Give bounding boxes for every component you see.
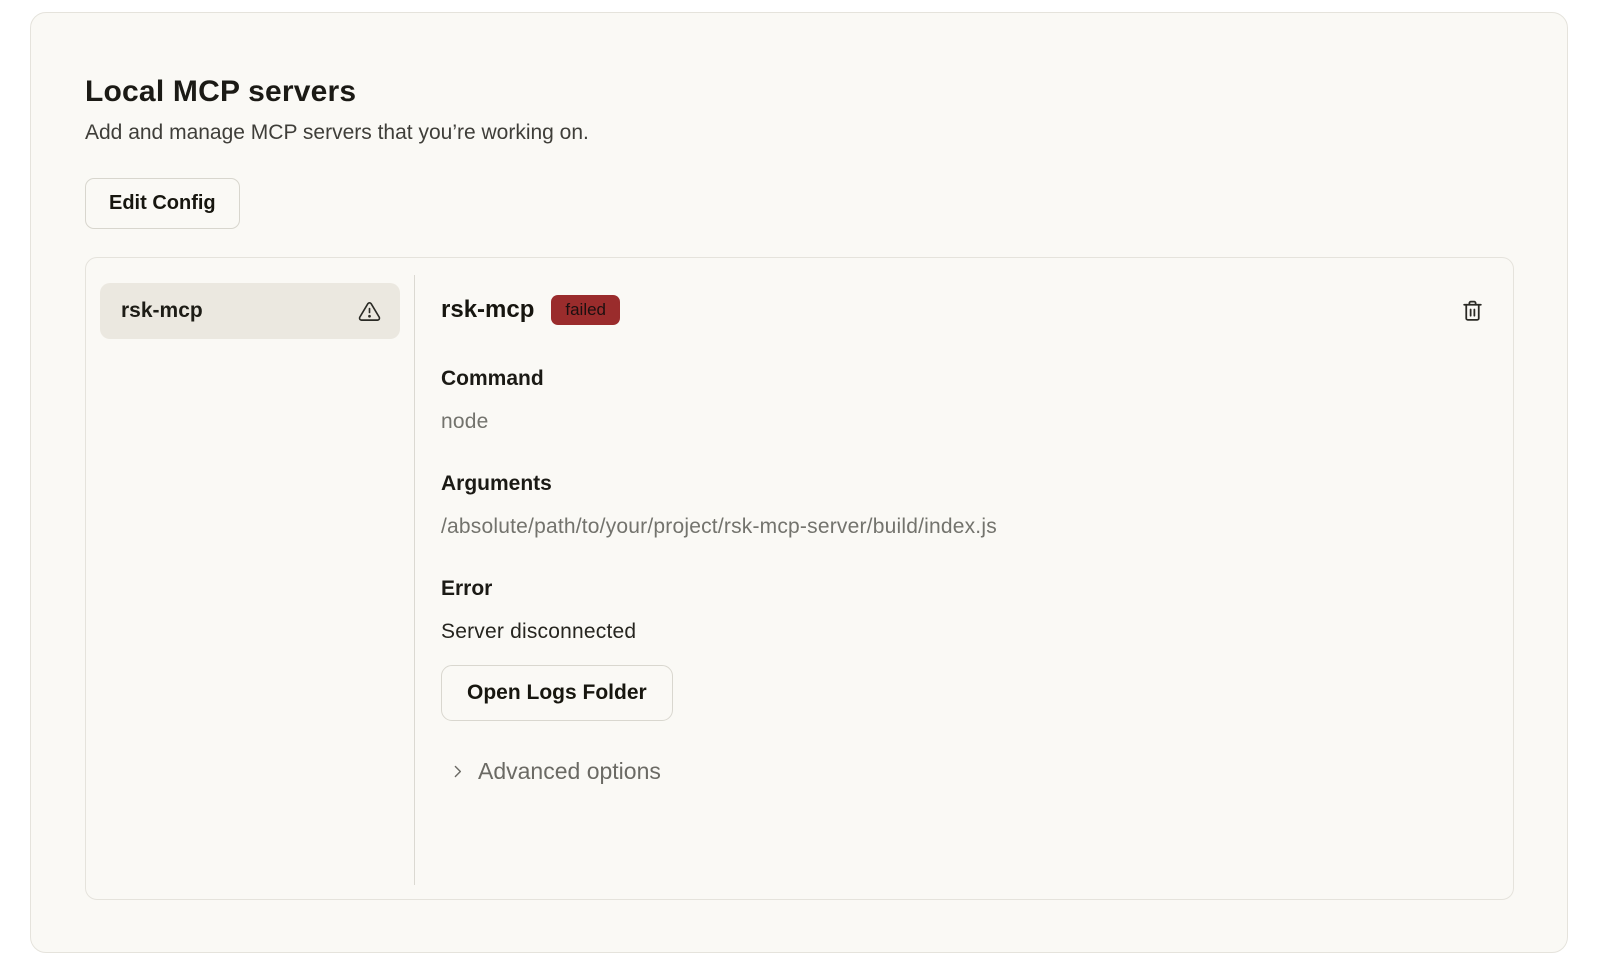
local-mcp-servers-panel: Local MCP servers Add and manage MCP ser…: [30, 12, 1568, 953]
sidebar-item-rsk-mcp[interactable]: rsk-mcp: [100, 283, 400, 339]
edit-config-button[interactable]: Edit Config: [85, 178, 240, 229]
error-field: Error Server disconnected: [441, 577, 1485, 644]
sidebar-item-label: rsk-mcp: [121, 299, 203, 323]
server-detail-pane: rsk-mcp failed Command: [415, 258, 1513, 899]
arguments-value: /absolute/path/to/your/project/rsk-mcp-s…: [441, 515, 1485, 539]
page-subtitle: Add and manage MCP servers that you’re w…: [85, 121, 1513, 145]
page-title: Local MCP servers: [85, 75, 1513, 109]
advanced-options-toggle[interactable]: Advanced options: [449, 758, 1485, 785]
command-field: Command node: [441, 367, 1485, 434]
detail-header: rsk-mcp failed: [441, 295, 1485, 325]
command-value: node: [441, 410, 1485, 434]
command-label: Command: [441, 367, 1485, 391]
server-name: rsk-mcp: [441, 296, 534, 324]
chevron-right-icon: [449, 763, 466, 780]
error-value: Server disconnected: [441, 620, 1485, 644]
server-list-sidebar: rsk-mcp: [86, 258, 414, 899]
advanced-options-label: Advanced options: [478, 758, 661, 785]
trash-icon: [1460, 298, 1485, 323]
delete-server-button[interactable]: [1460, 298, 1485, 323]
open-logs-folder-button[interactable]: Open Logs Folder: [441, 665, 673, 721]
error-label: Error: [441, 577, 1485, 601]
status-badge: failed: [551, 295, 620, 325]
warning-icon: [358, 300, 381, 323]
server-card: rsk-mcp rsk-mcp failed: [85, 257, 1514, 900]
arguments-label: Arguments: [441, 472, 1485, 496]
arguments-field: Arguments /absolute/path/to/your/project…: [441, 472, 1485, 539]
